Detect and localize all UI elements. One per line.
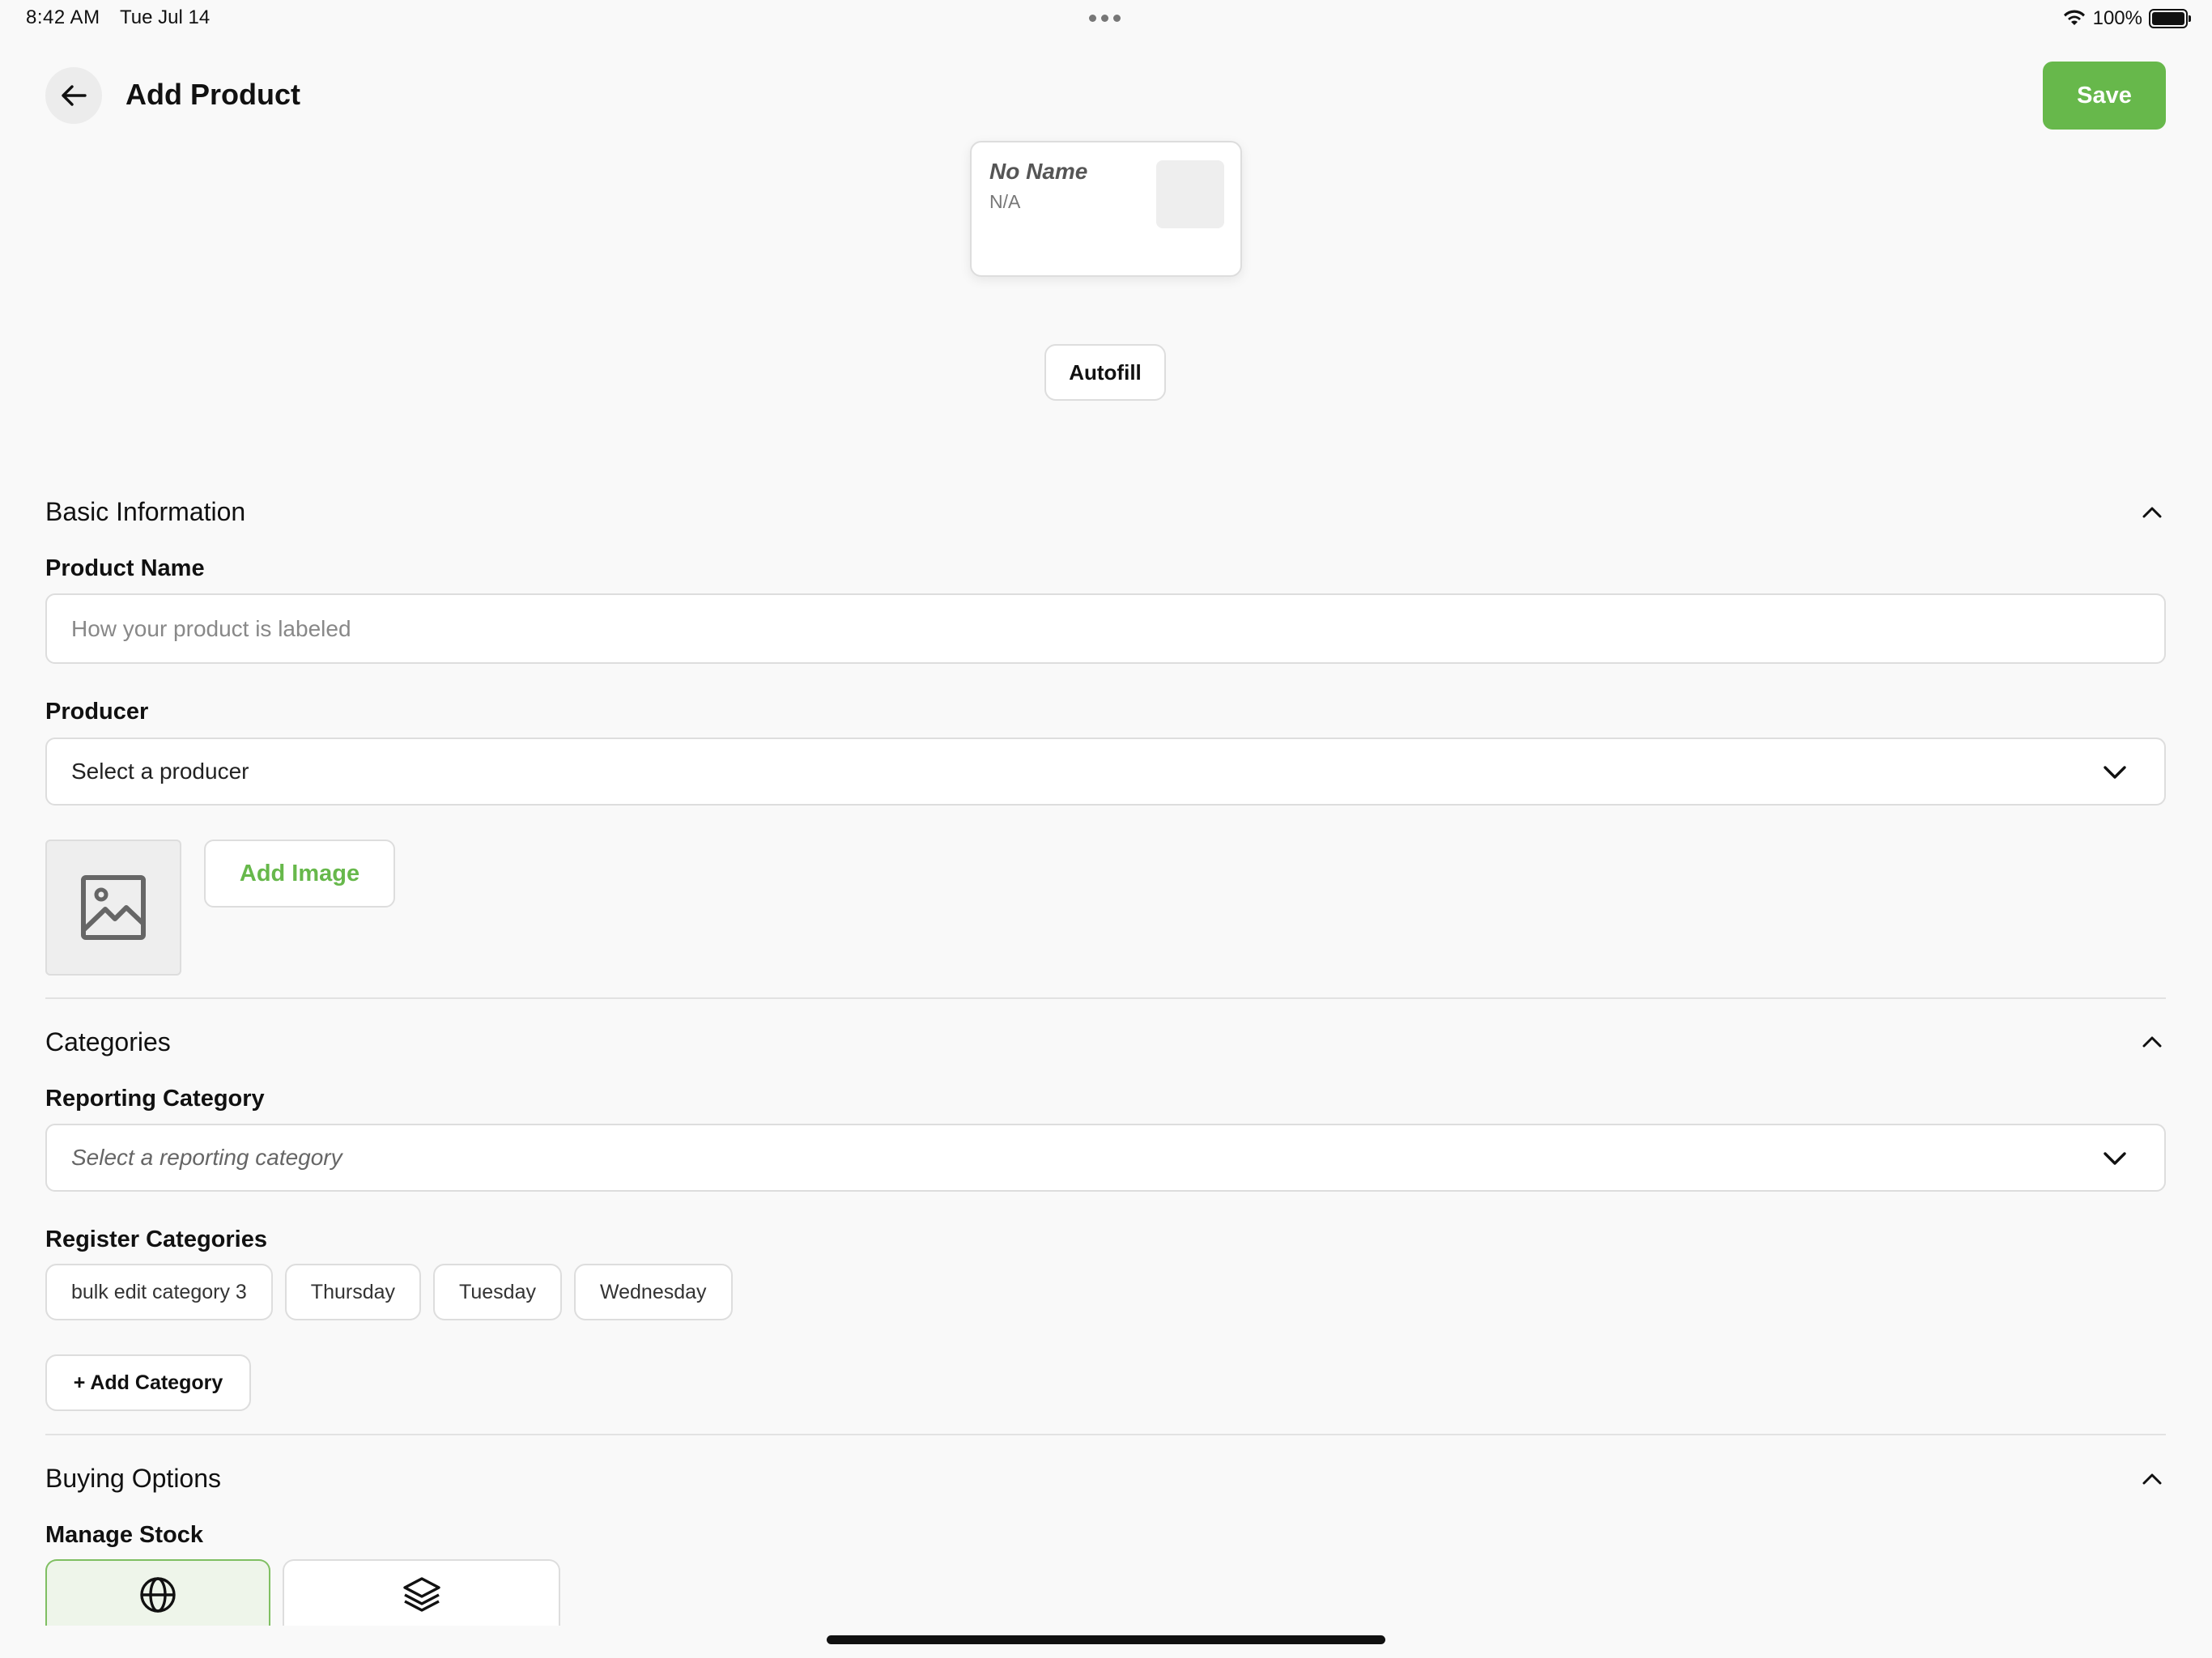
reporting-category-placeholder: Select a reporting category [71,1145,342,1170]
product-name-input[interactable] [45,593,2166,664]
multitasking-dots-icon[interactable] [1089,15,1123,23]
status-time: 8:42 AM [26,6,100,28]
preview-name: No Name [989,159,1088,184]
section-title-buying-options: Buying Options [45,1464,222,1493]
battery-percent: 100% [2092,7,2142,29]
preview-thumbnail [1156,160,1224,228]
chevron-up-icon[interactable] [2138,1464,2167,1493]
manage-stock-label: Manage Stock [45,1522,203,1548]
chevron-up-icon[interactable] [2138,497,2167,526]
product-preview-card: No Name N/A [970,141,1242,277]
section-divider [45,1434,2166,1435]
reporting-category-label: Reporting Category [45,1086,265,1112]
chevron-down-icon [2104,1152,2126,1165]
status-indicators: 100% [2062,5,2191,32]
home-indicator[interactable] [827,1635,1385,1644]
register-categories-list: bulk edit category 3 Thursday Tuesday We… [45,1264,733,1320]
add-category-button[interactable]: + Add Category [45,1354,251,1411]
category-chip[interactable]: bulk edit category 3 [45,1264,273,1320]
category-chip[interactable]: Wednesday [573,1264,733,1320]
add-product-screen: 8:42 AM Tue Jul 14 100% Add Product Save… [0,0,2212,1658]
category-chip[interactable]: Thursday [284,1264,422,1320]
page-title: Add Product [125,78,300,111]
category-chip[interactable]: Tuesday [433,1264,562,1320]
section-title-categories: Categories [45,1027,171,1056]
reporting-category-select[interactable]: Select a reporting category [45,1124,2166,1192]
section-divider [45,997,2166,999]
status-bar: 8:42 AM Tue Jul 14 100% [0,0,2212,39]
preview-price: N/A [989,191,1021,212]
section-title-basic-information: Basic Information [45,497,246,526]
register-categories-label: Register Categories [45,1226,267,1252]
chevron-up-icon[interactable] [2138,1027,2167,1056]
producer-select-value: Select a producer [71,759,249,784]
globe-icon [140,1577,176,1613]
status-date: Tue Jul 14 [120,6,211,28]
chevron-down-icon [2104,766,2126,779]
save-button[interactable]: Save [2043,62,2166,130]
arrow-left-icon [62,85,87,106]
back-button[interactable] [45,67,102,124]
wifi-icon [2063,10,2085,25]
producer-select[interactable]: Select a producer [45,738,2166,806]
battery-icon [2149,9,2191,28]
autofill-button[interactable]: Autofill [1044,344,1166,401]
product-name-label: Product Name [45,555,205,581]
layers-icon [402,1577,440,1612]
image-icon [81,875,146,940]
add-image-button[interactable]: Add Image [204,840,395,908]
product-image-placeholder[interactable] [45,840,181,976]
producer-label: Producer [45,699,149,725]
